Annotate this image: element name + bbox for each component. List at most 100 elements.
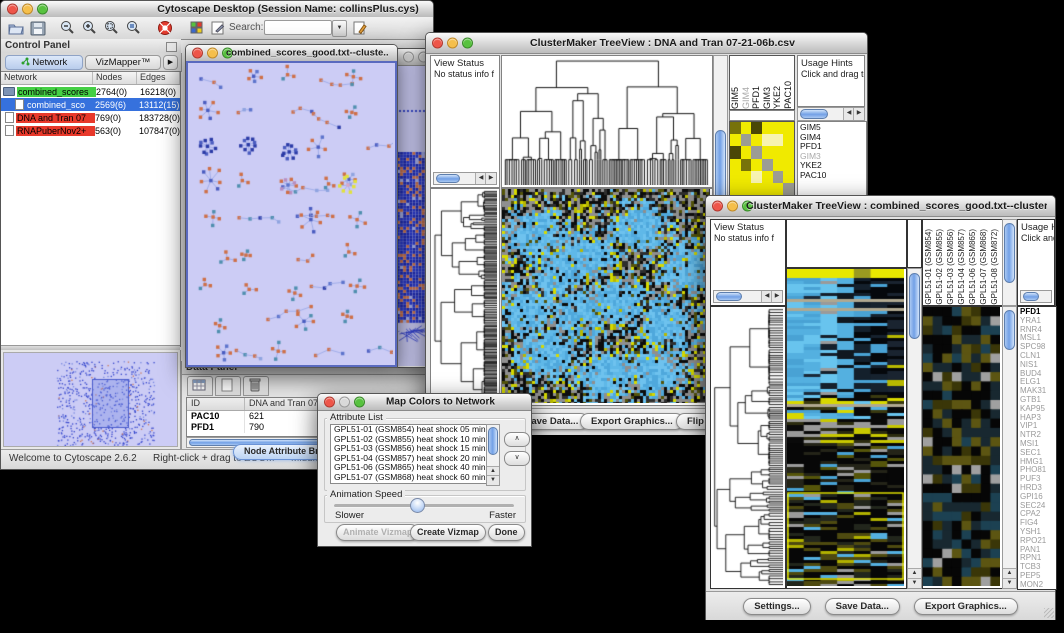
tab-network[interactable]: Network: [5, 55, 83, 70]
animate-vizmap-button[interactable]: Animate Vizmap: [336, 524, 419, 541]
zoom-col-label[interactable]: PAC10: [783, 81, 794, 109]
scroll-up-icon[interactable]: ▲: [908, 568, 921, 578]
row-dendrogram[interactable]: [431, 189, 497, 403]
close-icon[interactable]: [712, 201, 723, 212]
minimize-icon[interactable]: [339, 397, 350, 408]
help-lifering-icon[interactable]: [156, 19, 174, 37]
tv2-zoom-heatmap[interactable]: [923, 307, 1000, 586]
scrollbar-thumb[interactable]: [1023, 292, 1039, 301]
delete-attribute-icon[interactable]: [243, 376, 269, 396]
export-graphics-button[interactable]: Export Graphics...: [580, 413, 684, 430]
zoom-window-icon[interactable]: [37, 4, 48, 15]
col-id[interactable]: ID: [187, 398, 245, 410]
matrix-cell[interactable]: [773, 134, 784, 146]
search-dropdown-icon[interactable]: ▼: [332, 20, 347, 37]
attribute-item[interactable]: GPL51-04 (GSM857) heat shock 20 min: [334, 454, 490, 464]
tv2-title-bar[interactable]: ClusterMaker TreeView : combined_scores_…: [706, 196, 1055, 217]
close-icon[interactable]: [7, 4, 18, 15]
matrix-cell[interactable]: [783, 134, 794, 146]
zoom-col-label[interactable]: YKE2: [772, 86, 783, 109]
open-file-icon[interactable]: [7, 19, 25, 37]
scroll-down-icon[interactable]: ▼: [908, 578, 921, 588]
gene-label[interactable]: MON2: [1020, 581, 1056, 590]
matrix-cell[interactable]: [741, 134, 752, 146]
tv2-labels-vscrollbar[interactable]: [1002, 219, 1017, 306]
zoom-col-label[interactable]: GIM5: [730, 87, 741, 109]
matrix-cell[interactable]: [730, 122, 741, 134]
matrix-cell[interactable]: [783, 159, 794, 171]
network-row[interactable]: combined_scores 2764(0) 16218(0): [1, 85, 180, 98]
attribute-item[interactable]: GPL51-02 (GSM855) heat shock 10 min: [334, 435, 490, 445]
minimize-icon[interactable]: [447, 38, 458, 49]
float-panel-icon[interactable]: [166, 42, 177, 52]
close-icon[interactable]: [192, 48, 203, 59]
minimize-icon[interactable]: [207, 48, 218, 59]
gene-label[interactable]: PAC10: [800, 171, 866, 181]
scrollbar-thumb[interactable]: [800, 109, 828, 119]
matrix-cell[interactable]: [741, 183, 752, 195]
matrix-cell[interactable]: [783, 171, 794, 183]
attribute-item[interactable]: GPL51-03 (GSM856) heat shock 15 min: [334, 444, 490, 454]
create-vizmap-button[interactable]: Create Vizmap: [410, 524, 486, 541]
matrix-cell[interactable]: [762, 171, 773, 183]
col-nodes[interactable]: Nodes: [93, 72, 137, 84]
matrix-cell[interactable]: [751, 183, 762, 195]
matrix-cell[interactable]: [773, 183, 784, 195]
new-attribute-icon[interactable]: [215, 376, 241, 396]
matrix-cell[interactable]: [741, 159, 752, 171]
scrollbar-thumb[interactable]: [436, 174, 460, 183]
network-row[interactable]: combined_sco 2569(6) 13112(15): [1, 98, 180, 111]
annotation-icon[interactable]: [209, 19, 227, 37]
network-row[interactable]: DNA and Tran 07 769(0) 183728(0): [1, 111, 180, 124]
array-col-label[interactable]: GPL51-07 (GSM868): [978, 229, 989, 305]
col-network[interactable]: Network: [1, 72, 93, 84]
scroll-right-icon[interactable]: ▶: [485, 173, 496, 184]
attribute-list-vscrollbar[interactable]: ▲ ▼: [486, 424, 500, 486]
settings-button[interactable]: Settings...: [743, 598, 810, 615]
matrix-cell[interactable]: [730, 171, 741, 183]
done-button[interactable]: Done: [488, 524, 525, 541]
speed-slider-thumb[interactable]: [410, 498, 425, 513]
column-dendrogram[interactable]: [502, 56, 710, 185]
dialog-title-bar[interactable]: Map Colors to Network: [318, 394, 531, 411]
tv2-status-hscrollbar[interactable]: ◀ ▶: [713, 290, 783, 303]
minimize-icon[interactable]: [22, 4, 33, 15]
attribute-item[interactable]: GPL51-01 (GSM854) heat shock 05 min: [334, 425, 490, 435]
move-up-button[interactable]: ∧: [504, 432, 530, 447]
tv1-main-heatmap[interactable]: [502, 189, 710, 403]
matrix-cell[interactable]: [762, 159, 773, 171]
attribute-item[interactable]: GPL51-07 (GSM868) heat shock 60 min: [334, 473, 490, 483]
matrix-cell[interactable]: [741, 122, 752, 134]
matrix-cell[interactable]: [751, 134, 762, 146]
matrix-cell[interactable]: [783, 122, 794, 134]
array-col-label[interactable]: GPL51-03 (GSM856): [945, 229, 956, 305]
col-edges[interactable]: Edges: [137, 72, 180, 84]
matrix-cell[interactable]: [762, 146, 773, 158]
array-col-label[interactable]: GPL51-06 (GSM865): [967, 229, 978, 305]
matrix-cell[interactable]: [730, 159, 741, 171]
matrix-cell[interactable]: [751, 159, 762, 171]
matrix-cell[interactable]: [773, 171, 784, 183]
scrollbar-thumb[interactable]: [909, 273, 920, 339]
tv2-main-vscrollbar[interactable]: ▲ ▼: [907, 268, 922, 589]
zoom-in-icon[interactable]: [81, 19, 99, 37]
edit-attributes-icon[interactable]: [351, 19, 369, 37]
array-col-label[interactable]: GPL51-02 (GSM855): [934, 229, 945, 305]
array-col-label[interactable]: GPL51-04 (GSM857): [956, 229, 967, 305]
tv2-main-heatmap[interactable]: [787, 269, 904, 586]
matrix-cell[interactable]: [773, 159, 784, 171]
zoom-col-label[interactable]: GIM4: [741, 87, 752, 109]
zoom-out-icon[interactable]: [59, 19, 77, 37]
main-title-bar[interactable]: Cytoscape Desktop (Session Name: collins…: [1, 1, 433, 18]
matrix-cell[interactable]: [762, 134, 773, 146]
close-icon[interactable]: [432, 38, 443, 49]
scrollbar-thumb[interactable]: [1004, 310, 1015, 350]
table-view-icon[interactable]: [187, 376, 213, 396]
tv1-hints-hscrollbar[interactable]: ◀ ▶: [797, 107, 865, 121]
close-icon[interactable]: [403, 52, 414, 63]
save-icon[interactable]: [29, 19, 47, 37]
scrollbar-thumb[interactable]: [716, 292, 742, 301]
network-row[interactable]: RNAPuberNov2+ 563(0) 107847(0): [1, 124, 180, 137]
scroll-down-icon[interactable]: ▼: [1003, 578, 1016, 588]
matrix-cell[interactable]: [751, 171, 762, 183]
